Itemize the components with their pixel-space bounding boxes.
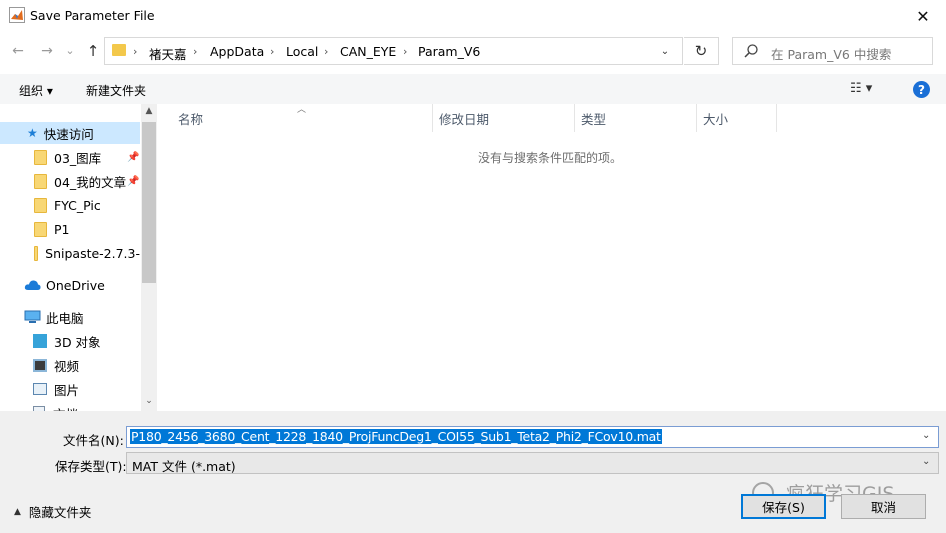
sidebar-item-label: 03_图库 [54,150,102,166]
breadcrumb-user[interactable]: 褚天嘉 [149,44,187,63]
command-bar: 组织 ▾ 新建文件夹 ☷ ▾ ? [0,74,946,104]
breadcrumb-separator: › [324,45,329,58]
pin-icon: 📌 [127,152,140,163]
cancel-button[interactable]: 取消 [841,494,926,519]
matlab-icon [9,7,25,23]
recent-locations-button[interactable]: ⌄ [59,39,81,61]
column-header-date-modified[interactable]: 修改日期 [433,104,575,132]
pin-icon: 📌 [127,176,140,187]
star-icon: ★ [27,126,38,140]
filetype-select[interactable]: MAT 文件 (*.mat) ⌄ [126,452,939,474]
new-folder-button[interactable]: 新建文件夹 [86,82,146,99]
sidebar-item-p1[interactable]: P1 [0,218,140,240]
filename-field[interactable]: P180_2456_3680_Cent_1228_1840_ProjFuncDe… [126,426,939,448]
hide-folders-label: 隐藏文件夹 [28,505,92,520]
breadcrumb-separator: › [403,45,408,58]
sidebar-item-label: 3D 对象 [54,334,101,350]
sidebar-item-videos[interactable]: 视频 [0,354,140,376]
pictures-icon [33,383,47,395]
onedrive-icon [24,280,41,290]
hide-folders-toggle[interactable]: ▲ 隐藏文件夹 [14,502,91,521]
sidebar-item-label: 此电脑 [46,310,84,326]
chevron-down-icon[interactable]: ⌄ [922,456,930,467]
folder-icon [34,221,47,237]
sidebar-item-3d-objects[interactable]: 3D 对象 [0,330,140,352]
sidebar-item-label: Snipaste-2.7.3- [45,245,140,261]
folder-icon [34,245,39,261]
sidebar-item-label: FYC_Pic [54,197,101,213]
column-label: 类型 [581,111,607,127]
column-label: 修改日期 [439,111,490,127]
sidebar-item-label: 文档 [53,404,78,412]
refresh-button[interactable]: ↻ [684,37,719,65]
sidebar-item-documents[interactable]: 文档 [0,402,140,411]
navigation-pane: ★ 快速访问 03_图库 📌 04_我的文章 📌 FYC_Pic P1 Snip… [0,104,157,411]
sidebar-item-snipaste[interactable]: Snipaste-2.7.3- [0,242,140,264]
search-icon [744,44,758,58]
sidebar-item-label: 视频 [54,358,80,374]
search-box[interactable]: 在 Param_V6 中搜索 [732,37,933,65]
help-icon[interactable]: ? [913,81,930,98]
chevron-down-icon[interactable]: ⌄ [922,430,930,441]
sidebar-item-this-pc[interactable]: 此电脑 [0,306,140,328]
folder-icon [34,173,47,189]
scrollbar-thumb[interactable] [142,122,156,283]
column-header-type[interactable]: 类型 [575,104,697,132]
cube-icon [33,334,47,348]
sidebar-item-quick-access[interactable]: ★ 快速访问 [0,122,140,144]
sidebar-item-04-articles[interactable]: 04_我的文章 [0,170,140,192]
sidebar-item-label: 图片 [54,382,80,398]
filetype-value: MAT 文件 (*.mat) [132,459,236,474]
window-title: Save Parameter File [30,8,155,23]
folder-icon [112,44,126,56]
sidebar-item-label: OneDrive [46,277,105,293]
close-button[interactable]: ✕ [900,0,946,32]
breadcrumb-param-v6[interactable]: Param_V6 [418,44,480,59]
sidebar-item-03-gallery[interactable]: 03_图库 [0,146,140,168]
column-label: 名称 [178,111,204,127]
breadcrumb-separator: › [133,45,138,58]
folder-icon [34,149,47,165]
chevron-up-icon: ▲ [14,506,21,517]
empty-folder-message: 没有与搜索条件匹配的项。 [477,151,622,165]
computer-icon [24,310,41,323]
up-button[interactable]: ↑ [82,40,104,62]
sidebar-item-label: P1 [54,221,70,237]
title-bar: Save Parameter File ✕ [0,0,946,32]
sidebar-item-fyc-pic[interactable]: FYC_Pic [0,194,140,216]
sidebar-item-onedrive[interactable]: OneDrive [0,274,140,296]
save-button[interactable]: 保存(S) [741,494,826,519]
filetype-label: 保存类型(T): [55,459,127,474]
filename-input[interactable]: P180_2456_3680_Cent_1228_1840_ProjFuncDe… [130,429,662,444]
address-dropdown-button[interactable]: ⌄ [656,42,674,60]
sidebar-item-label: 04_我的文章 [54,174,127,190]
sidebar-item-label: 快速访问 [43,126,94,142]
breadcrumb-local[interactable]: Local [286,44,318,59]
column-label: 大小 [703,111,729,127]
breadcrumb-separator: › [193,45,198,58]
scroll-down-arrow-icon[interactable]: ⌄ [141,396,157,410]
folder-icon [34,197,47,213]
breadcrumb-can-eye[interactable]: CAN_EYE [340,44,396,59]
view-options-button[interactable]: ☷ ▾ [850,81,872,96]
sidebar-item-pictures[interactable]: 图片 [0,378,140,400]
sidebar-scrollbar[interactable]: ▲ ⌄ [141,104,157,411]
sort-ascending-icon: ︿ [297,105,307,115]
organize-button[interactable]: 组织 ▾ [19,82,53,99]
video-icon [33,358,47,372]
filename-label: 文件名(N): [63,433,124,448]
forward-button[interactable]: → [36,40,58,62]
search-input[interactable]: 在 Param_V6 中搜索 [771,44,891,63]
scroll-up-arrow-icon[interactable]: ▲ [141,106,157,120]
back-button[interactable]: ← [7,40,29,62]
breadcrumb-appdata[interactable]: AppData [210,44,264,59]
address-bar[interactable]: › 褚天嘉 › AppData › Local › CAN_EYE › Para… [104,37,683,65]
column-header-size[interactable]: 大小 [697,104,777,132]
breadcrumb-separator: › [270,45,275,58]
